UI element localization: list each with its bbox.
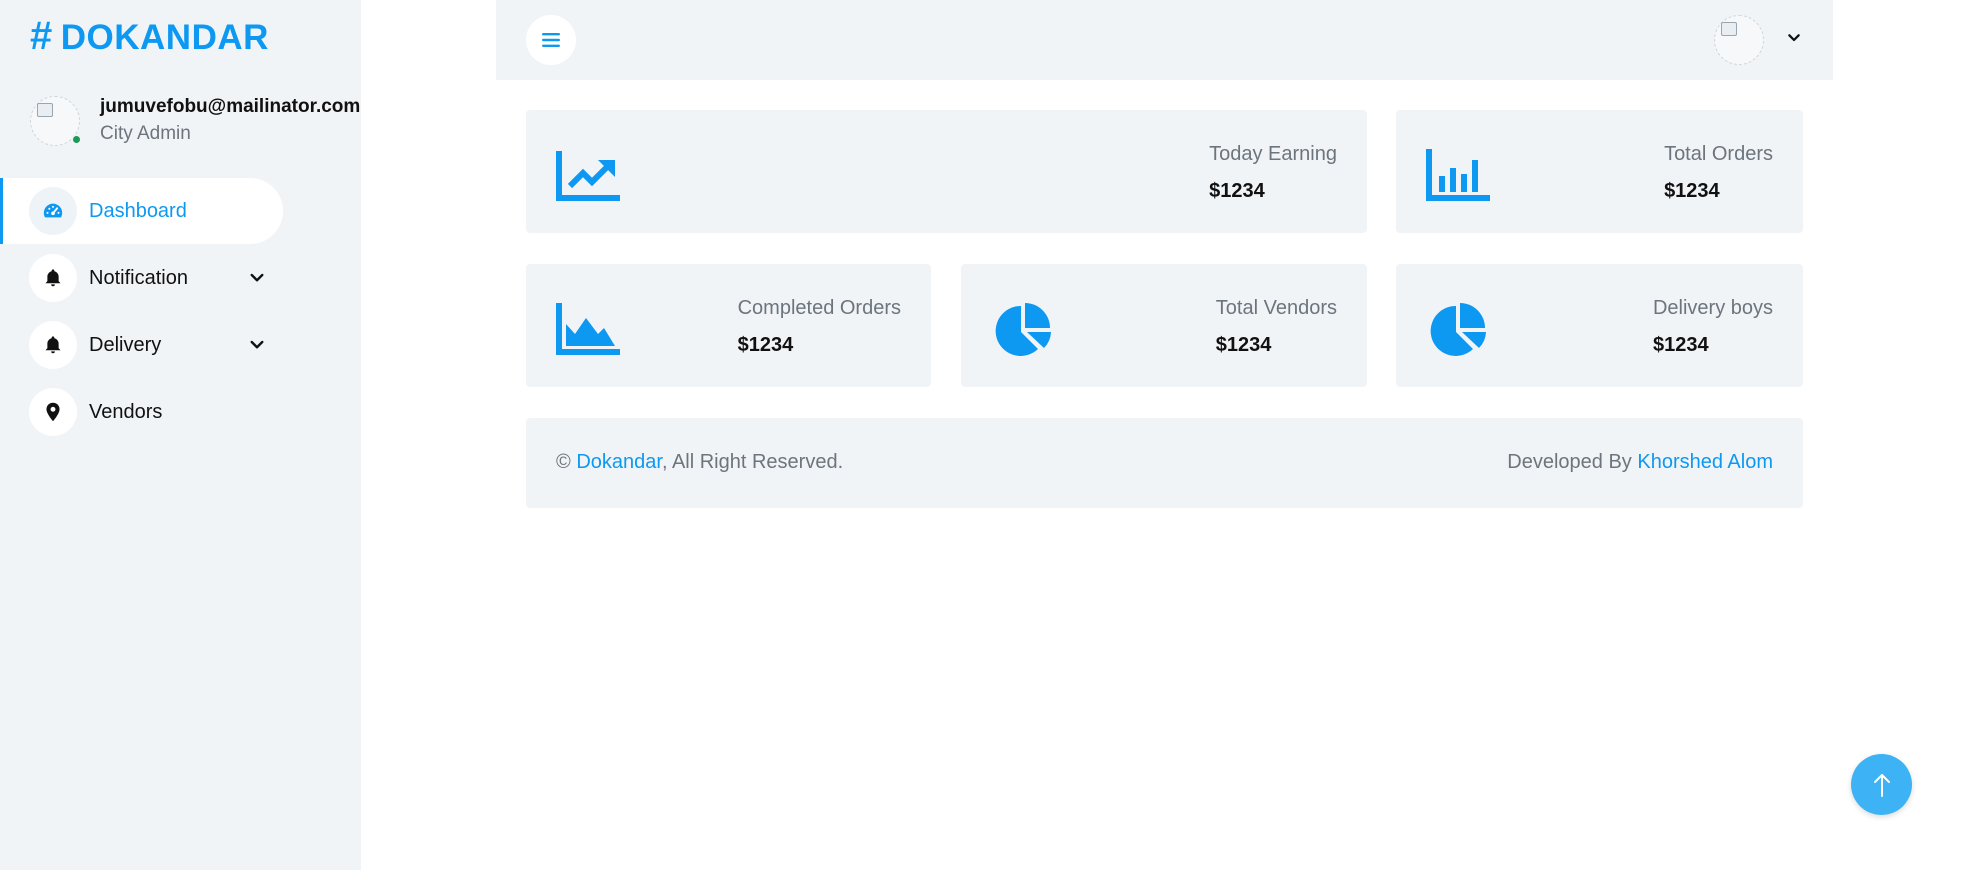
stat-value: $1234 (1209, 180, 1265, 202)
rights-text: , All Right Reserved. (661, 451, 844, 473)
menu-toggle-button[interactable] (526, 15, 576, 65)
stat-card-total-vendors: Total Vendors $1234 (961, 264, 1367, 387)
brand-hash-icon: # (30, 14, 53, 58)
chart-line-icon (556, 151, 620, 201)
broken-image-icon (1721, 22, 1737, 36)
sidebar-item-label: Dashboard (89, 199, 187, 222)
online-status-dot (71, 134, 82, 145)
dashboard-content: Today Earning $1234 Total Orders $1234 C… (496, 80, 1833, 870)
sidebar: # DOKANDAR jumuvefobu@mailinator.com City… (0, 0, 361, 870)
bell-icon (29, 254, 77, 302)
stat-value: $1234 (1215, 334, 1272, 356)
sidebar-item-label: Notification (89, 266, 188, 289)
stat-label: Total Orders (1664, 143, 1773, 165)
avatar[interactable] (30, 96, 82, 146)
stat-label: Total Vendors (1215, 297, 1337, 319)
arrow-up-icon (1873, 773, 1890, 797)
stat-value: $1234 (737, 334, 794, 356)
sidebar-item-dashboard[interactable]: Dashboard (0, 178, 283, 244)
top-bar (496, 0, 1833, 80)
user-role: City Admin (100, 123, 191, 144)
stat-label: Today Earning (1209, 143, 1337, 165)
sidebar-item-label: Vendors (89, 400, 163, 423)
stat-card-today-earning: Today Earning $1234 (526, 110, 1367, 233)
map-pin-icon (29, 388, 77, 436)
profile-dropdown-chevron-icon[interactable] (1786, 30, 1802, 46)
brand-name: DOKANDAR (60, 18, 269, 57)
bell-icon (29, 321, 77, 369)
stat-label: Delivery boys (1652, 297, 1773, 319)
sidebar-nav: Dashboard Notification Delivery Vendors (0, 178, 361, 446)
sidebar-item-vendors[interactable]: Vendors (0, 379, 283, 445)
developer-link[interactable]: Khorshed Alom (1637, 451, 1773, 473)
developer-credit: Developed By Khorshed Alom (1507, 451, 1773, 474)
stat-value: $1234 (1652, 334, 1709, 356)
stat-value: $1234 (1664, 180, 1720, 202)
footer: © Dokandar, All Right Reserved. Develope… (526, 418, 1803, 508)
brand-logo[interactable]: # DOKANDAR (30, 14, 269, 59)
developed-by-text: Developed By (1507, 451, 1632, 473)
hamburger-icon (542, 33, 560, 47)
chevron-down-icon[interactable] (248, 336, 266, 354)
scroll-to-top-button[interactable] (1851, 754, 1912, 815)
stat-label: Completed Orders (737, 297, 901, 319)
profile-avatar[interactable] (1714, 15, 1764, 65)
chart-pie-icon (995, 303, 1051, 356)
chart-bar-icon (1426, 149, 1490, 201)
broken-image-icon (37, 103, 53, 117)
gauge-icon (29, 187, 77, 235)
copyright-text: © Dokandar, All Right Reserved. (556, 451, 843, 474)
stat-card-delivery-boys: Delivery boys $1234 (1396, 264, 1803, 387)
chart-pie-icon (1430, 303, 1486, 356)
chart-area-icon (556, 303, 620, 355)
sidebar-item-notification[interactable]: Notification (0, 245, 283, 311)
chevron-down-icon[interactable] (248, 269, 266, 287)
sidebar-item-delivery[interactable]: Delivery (0, 312, 283, 378)
sidebar-item-label: Delivery (89, 333, 162, 356)
user-email: jumuvefobu@mailinator.com (100, 96, 361, 117)
user-profile: jumuvefobu@mailinator.com City Admin (30, 96, 361, 150)
stat-card-completed-orders: Completed Orders $1234 (526, 264, 931, 387)
site-link[interactable]: Dokandar (576, 451, 662, 473)
stat-card-total-orders: Total Orders $1234 (1396, 110, 1803, 233)
copyright-symbol: © (556, 451, 571, 473)
